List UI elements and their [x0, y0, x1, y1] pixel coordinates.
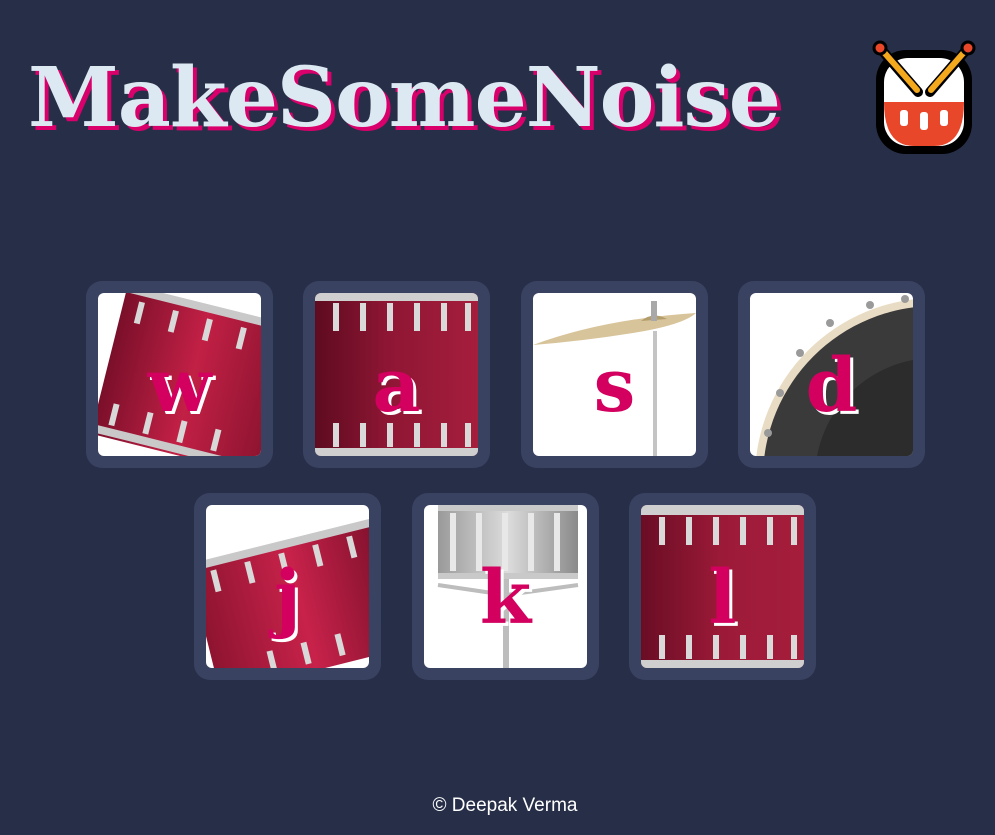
drum-pad-a[interactable]: a — [303, 281, 490, 468]
pad-key-label: l — [708, 554, 737, 641]
drum-pad-w[interactable]: w — [86, 281, 273, 468]
footer-copyright: © Deepak Verma — [432, 795, 578, 816]
pad-key-label: a — [372, 342, 421, 429]
drum-pad-j[interactable]: j — [194, 493, 381, 680]
pad-key-label: d — [805, 342, 858, 429]
drum-pad-s[interactable]: s — [521, 281, 708, 468]
pad-key-label: w — [147, 342, 212, 429]
drum-pad-d[interactable]: d — [738, 281, 925, 468]
pad-key-label: j — [274, 554, 301, 641]
drum-pad-k[interactable]: k — [412, 493, 599, 680]
drum-emoji-icon — [872, 40, 976, 154]
drum-pad-l[interactable]: l — [629, 493, 816, 680]
page-title: MakeSomeNoise — [28, 50, 781, 146]
pad-key-label: s — [593, 342, 636, 429]
header: MakeSomeNoise — [0, 40, 995, 170]
pad-key-label: k — [479, 554, 532, 641]
